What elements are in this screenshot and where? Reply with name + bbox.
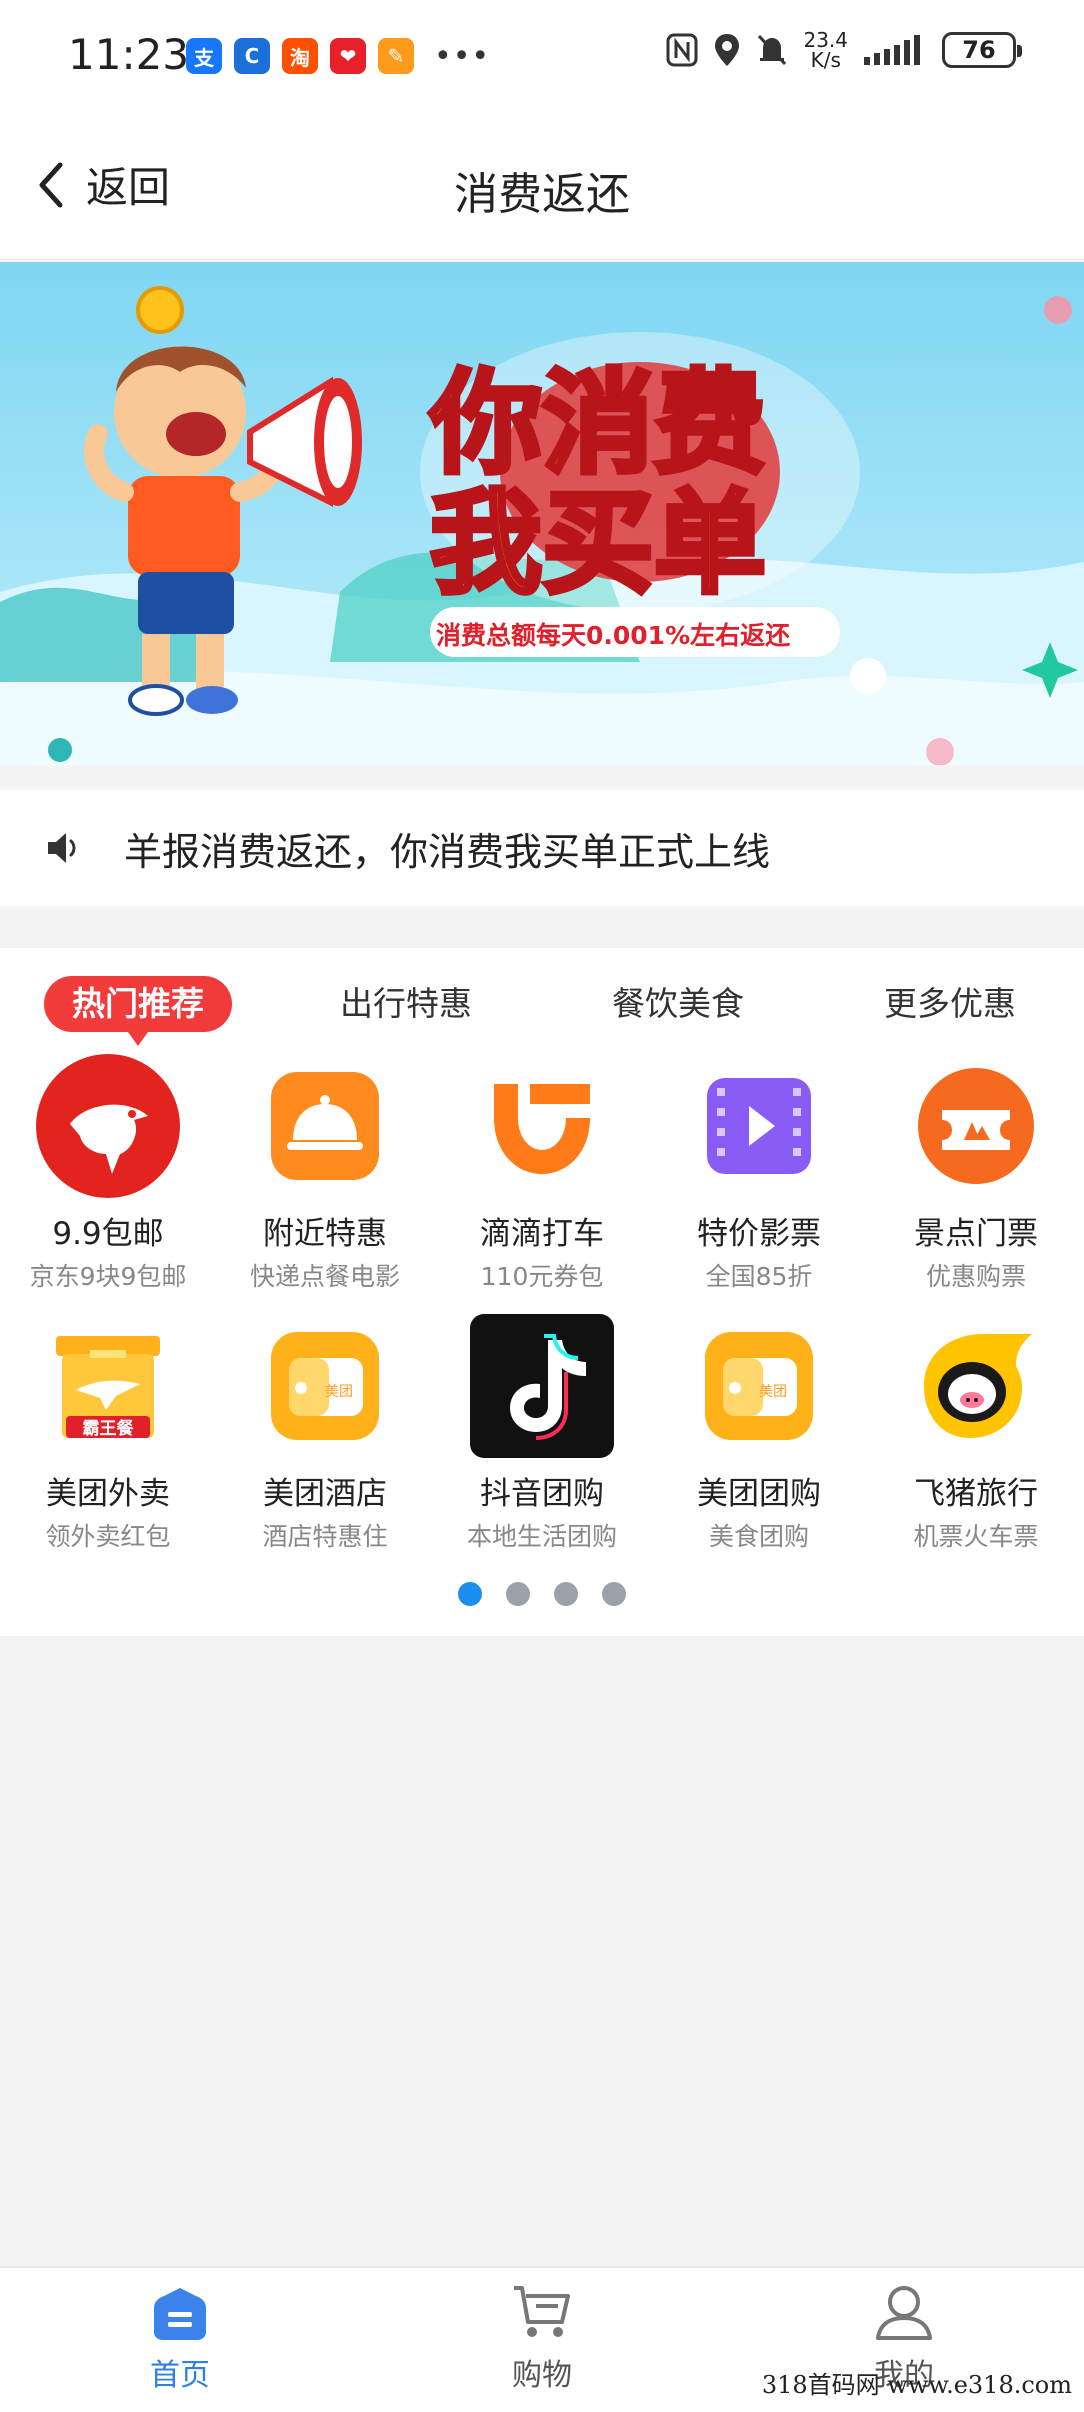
- jd-dog-icon: [36, 1054, 180, 1198]
- grid-item-name: 景点门票: [914, 1216, 1038, 1252]
- battery-indicator: 76: [942, 32, 1022, 68]
- more-notifications-icon: •••: [434, 38, 491, 74]
- promo-banner[interactable]: 你消费 我买单 消费总额每天0.001%左右返还: [0, 262, 1084, 765]
- tab-more-deals[interactable]: 更多优惠: [884, 976, 1016, 1032]
- bawangcan-icon: 霸王餐: [56, 1336, 160, 1439]
- didi-icon: [494, 1084, 590, 1174]
- speaker-icon: [48, 833, 76, 863]
- heart-app-icon: ❤: [330, 38, 366, 74]
- meituan-wallet-icon: 美团: [705, 1332, 813, 1440]
- banner-subtext: 消费总额每天0.001%左右返还: [436, 621, 791, 650]
- meituan-label: 美团: [325, 1384, 353, 1400]
- announcement-text: 羊报消费返还，你消费我买单正式上线: [124, 829, 771, 874]
- grid-item-sub: 快递点餐电影: [249, 1262, 400, 1291]
- meituan-wallet-icon: 美团: [271, 1332, 379, 1440]
- home-icon: [154, 2288, 206, 2340]
- alipay-icon: 支: [186, 38, 222, 74]
- status-time: 11:23: [68, 30, 190, 79]
- grid-item-nearby[interactable]: 附近特惠 快递点餐电影: [217, 1054, 433, 1293]
- meituan-label: 美团: [759, 1384, 787, 1400]
- grid-item-meituan-hotel[interactable]: 美团 美团酒店 酒店特惠住: [217, 1314, 433, 1553]
- bawangcan-label: 霸王餐: [83, 1418, 135, 1439]
- grid-item-name: 附近特惠: [263, 1216, 387, 1252]
- app-screen: 11:23 支 C 淘 ❤ ✎ ••• 23.4 K/s 76 返回 消费返还 …: [0, 0, 1084, 2412]
- page-dot[interactable]: [458, 1582, 482, 1606]
- page-dot[interactable]: [506, 1582, 530, 1606]
- banner-headline-1: 你消费: [429, 359, 766, 489]
- tab-hot-recommend[interactable]: 热门推荐: [44, 976, 232, 1046]
- grid-item-name: 飞猪旅行: [914, 1476, 1038, 1512]
- banner-illustration: 你消费 我买单 消费总额每天0.001%左右返还: [0, 262, 1084, 765]
- nfc-icon: [666, 33, 698, 67]
- watermark: 318首码网 www.e318.com: [761, 2371, 1072, 2399]
- grid-item-douyin[interactable]: 抖音团购 本地生活团购: [434, 1314, 650, 1553]
- grid-item-name: 美团酒店: [263, 1476, 387, 1512]
- nav-label: 首页: [150, 2358, 210, 2393]
- grid-item-sub: 美食团购: [708, 1522, 809, 1551]
- grid-item-sub: 领外卖红包: [45, 1522, 171, 1551]
- tab-dining[interactable]: 餐饮美食: [612, 976, 744, 1032]
- location-icon: [715, 34, 740, 66]
- fliggy-icon: [924, 1334, 1032, 1438]
- nav-shopping[interactable]: 购物: [442, 2282, 642, 2394]
- grid-item-name: 特价影票: [697, 1216, 821, 1252]
- film-icon: [707, 1078, 811, 1174]
- grid-item-sub: 优惠购票: [925, 1262, 1026, 1291]
- ticket-icon: [918, 1068, 1034, 1184]
- nav-home[interactable]: 首页: [80, 2282, 280, 2394]
- grid-item-didi[interactable]: 滴滴打车 110元券包: [434, 1054, 650, 1293]
- status-indicators: 23.4 K/s 76: [665, 28, 1022, 72]
- grid-item-sub: 110元券包: [480, 1262, 604, 1291]
- mute-bell-icon: [758, 34, 787, 66]
- network-speed: 23.4 K/s: [803, 28, 848, 72]
- tab-travel-deals[interactable]: 出行特惠: [340, 976, 472, 1032]
- signal-icon: [864, 35, 920, 65]
- status-bar: 11:23 支 C 淘 ❤ ✎ ••• 23.4 K/s 76: [0, 0, 1084, 110]
- bank-app-icon: C: [234, 38, 270, 74]
- grid-item-sub: 全国85折: [705, 1262, 813, 1291]
- grid-item-film[interactable]: 特价影票 全国85折: [651, 1054, 867, 1293]
- grid-item-sub: 机票火车票: [913, 1522, 1039, 1551]
- grid-item-meituan-group[interactable]: 美团 美团团购 美食团购: [651, 1314, 867, 1553]
- notification-icons: 支 C 淘 ❤ ✎ •••: [186, 38, 490, 74]
- notes-app-icon: ✎: [378, 38, 414, 74]
- grid-item-sub: 本地生活团购: [466, 1522, 617, 1551]
- grid-item-sub: 酒店特惠住: [262, 1522, 388, 1551]
- nav-label: 购物: [512, 2358, 572, 2393]
- grid-item-meituan-takeout[interactable]: 霸王餐 美团外卖 领外卖红包: [0, 1314, 216, 1553]
- grid-item-name: 美团团购: [697, 1476, 821, 1512]
- taobao-icon: 淘: [282, 38, 318, 74]
- grid-item-name: 9.9包邮: [52, 1216, 164, 1252]
- category-panel: 热门推荐 出行特惠 餐饮美食 更多优惠 9.9包邮 京东9块9包邮 附近特惠 快…: [0, 948, 1084, 1636]
- grid-item-name: 美团外卖: [46, 1476, 170, 1512]
- category-tabs: 热门推荐 出行特惠 餐饮美食 更多优惠: [0, 976, 1084, 1056]
- page-title: 消费返还: [454, 169, 630, 220]
- grid-item-fliggy[interactable]: 飞猪旅行 机票火车票: [868, 1314, 1084, 1553]
- banner-headline-2: 我买单: [430, 479, 766, 609]
- grid-item-jd-99[interactable]: 9.9包邮 京东9块9包邮: [0, 1054, 216, 1293]
- nav-header: 返回 消费返还: [0, 110, 1084, 260]
- page-dot[interactable]: [554, 1582, 578, 1606]
- douyin-icon: [470, 1314, 614, 1458]
- cart-icon: [514, 2286, 570, 2337]
- grid-item-sub: 京东9块9包邮: [29, 1262, 187, 1291]
- user-icon: [876, 2286, 932, 2340]
- food-cover-icon: [271, 1072, 379, 1180]
- grid-item-name: 抖音团购: [480, 1476, 604, 1512]
- page-dot[interactable]: [602, 1582, 626, 1606]
- announcement-bar[interactable]: 羊报消费返还，你消费我买单正式上线: [0, 790, 1084, 906]
- grid-item-ticket[interactable]: 景点门票 优惠购票: [868, 1054, 1084, 1293]
- grid-item-name: 滴滴打车: [480, 1216, 604, 1252]
- page-indicator: [0, 1582, 1084, 1606]
